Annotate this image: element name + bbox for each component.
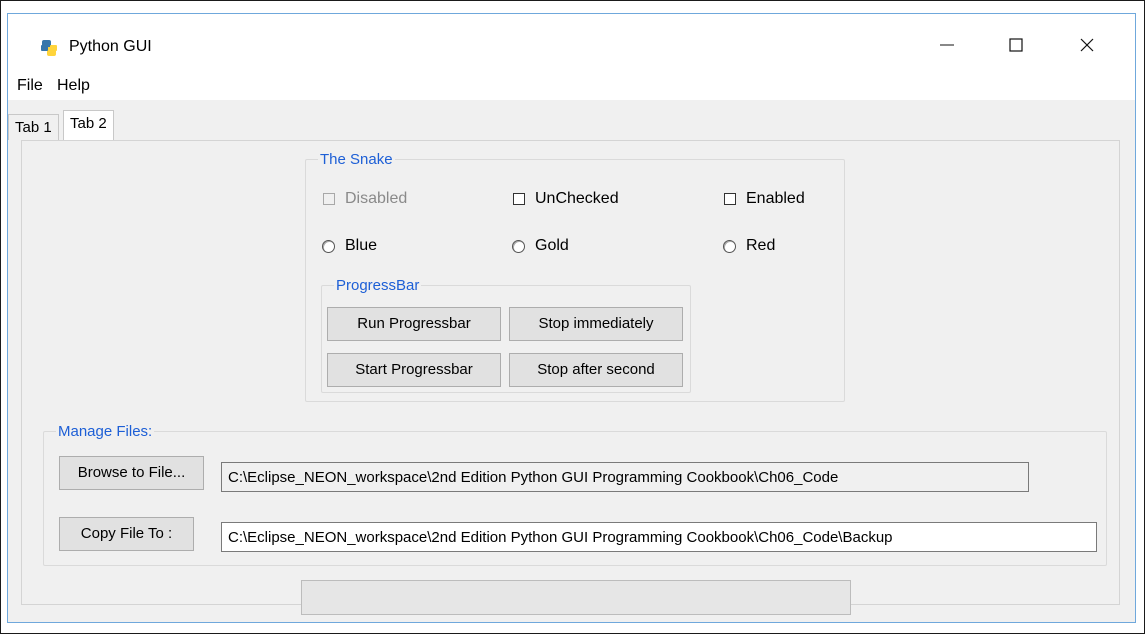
radio-gold[interactable]: Gold <box>512 237 569 255</box>
tab-2[interactable]: Tab 2 <box>63 110 114 140</box>
checkbox-label: UnChecked <box>535 190 619 207</box>
checkbox-box <box>323 193 335 205</box>
progress-bar <box>301 580 851 615</box>
start-progressbar-button[interactable]: Start Progressbar <box>327 353 501 387</box>
radio-red[interactable]: Red <box>723 237 775 255</box>
checkbox-unchecked[interactable]: UnChecked <box>513 190 619 208</box>
checkbox-box[interactable] <box>513 193 525 205</box>
checkbox-enabled[interactable]: Enabled <box>724 190 805 208</box>
maximize-button[interactable] <box>993 30 1039 64</box>
checkbox-disabled: Disabled <box>323 190 407 208</box>
radio-label: Blue <box>345 237 378 254</box>
python-icon <box>40 39 58 57</box>
close-button[interactable] <box>1064 30 1110 64</box>
menu-bar: File Help <box>8 70 1135 100</box>
radio-button[interactable] <box>322 239 335 253</box>
app-window: Python GUI File Help Tab 1 Tab 2 The Sna… <box>7 13 1136 623</box>
menu-file[interactable]: File <box>17 77 43 95</box>
copy-file-to-button[interactable]: Copy File To : <box>59 517 194 551</box>
snake-group-legend: The Snake <box>320 151 393 168</box>
stop-after-second-button[interactable]: Stop after second <box>509 353 683 387</box>
stop-immediately-button[interactable]: Stop immediately <box>509 307 683 341</box>
minimize-icon <box>939 36 955 59</box>
checkbox-box[interactable] <box>724 193 736 205</box>
maximize-icon <box>1008 36 1024 59</box>
close-icon <box>1079 36 1095 59</box>
minimize-button[interactable] <box>924 30 970 64</box>
window-title: Python GUI <box>69 38 152 55</box>
browse-path-field[interactable] <box>221 462 1029 492</box>
manage-files-legend: Manage Files: <box>58 423 153 440</box>
radio-button[interactable] <box>723 239 736 253</box>
run-progressbar-button[interactable]: Run Progressbar <box>327 307 501 341</box>
tab-1[interactable]: Tab 1 <box>8 114 59 140</box>
title-bar[interactable]: Python GUI <box>8 14 1135 70</box>
radio-blue[interactable]: Blue <box>322 237 377 255</box>
radio-button[interactable] <box>512 239 525 253</box>
browse-to-file-button[interactable]: Browse to File... <box>59 456 204 490</box>
checkbox-label: Enabled <box>746 190 805 207</box>
progressbar-group-legend: ProgressBar <box>336 277 420 294</box>
copy-path-field[interactable] <box>221 522 1097 552</box>
radio-label: Red <box>746 237 776 254</box>
radio-label: Gold <box>535 237 569 254</box>
checkbox-label: Disabled <box>345 190 408 207</box>
menu-help[interactable]: Help <box>57 77 90 95</box>
